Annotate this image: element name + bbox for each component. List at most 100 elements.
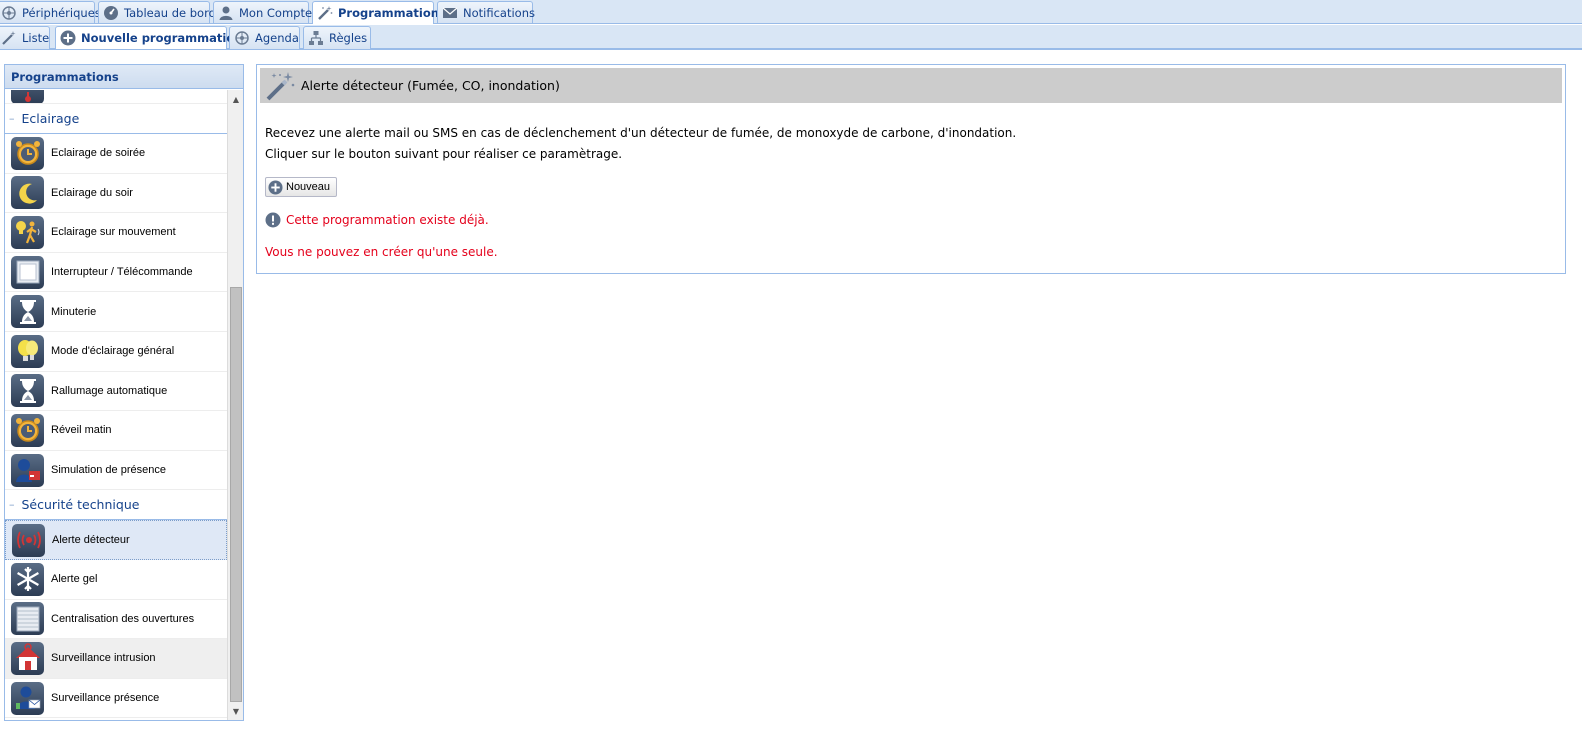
alarm-clock-icon [11,136,44,170]
list-item-alerte-detecteur[interactable]: Alerte détecteur [5,520,227,560]
sub-tab-bar: Liste Nouvelle programmation Agenda Règl… [0,25,1582,50]
list-item-reveil-matin[interactable]: Réveil matin [5,411,227,451]
user-icon [218,5,234,21]
group-label: Eclairage [21,111,80,126]
tab-nouvelle-programmation[interactable]: Nouvelle programmation [55,26,242,49]
tab-label: Agenda [255,31,299,45]
group-securite-technique[interactable]: – Sécurité technique [5,490,227,521]
plus-circle-icon [60,30,76,46]
item-label: Alerte détecteur [52,534,130,547]
bulbs-icon [11,334,44,368]
item-label: Eclairage sur mouvement [51,226,176,239]
tab-label: Périphériques [22,5,101,20]
warning-message: Cette programmation existe déjà. [265,212,489,228]
person-mail-icon [11,681,44,715]
tab-programmation[interactable]: Programmation [312,1,439,24]
tab-peripheriques[interactable]: Périphériques [0,1,101,23]
network-icon [234,30,250,46]
list-item-surveillance-intrusion[interactable]: Surveillance intrusion [5,639,227,679]
house-alarm-icon [11,641,44,675]
scroll-up-icon[interactable]: ▲ [228,92,244,106]
scrollbar-thumb[interactable] [230,287,242,702]
item-label: Minuterie [51,305,97,318]
list-item-interrupteur-telecommande[interactable]: Interrupteur / Télécommande [5,253,227,293]
thermometer-icon [11,90,44,103]
network-icon [1,5,17,21]
tab-label: Mon Compte [239,5,313,20]
detector-icon [12,523,45,557]
item-label: Réveil matin [51,424,112,437]
tab-label: Liste [22,31,50,45]
description-line: Cliquer sur le bouton suivant pour réali… [265,147,623,161]
programmations-list[interactable]: – Eclairage Eclairage de soirée Eclairag… [5,90,227,720]
presence-icon [11,453,44,487]
new-button-label: Nouveau [286,181,331,193]
list-item-eclairage-du-soir[interactable]: Eclairage du soir [5,174,227,214]
main-tab-bar: Périphériques Tableau de bord Mon Compte… [0,0,1582,24]
detail-header: Alerte détecteur (Fumée, CO, inondation) [260,68,1562,103]
list-item-partial[interactable] [5,90,227,104]
hourglass-icon [11,295,44,329]
description-line: Recevez une alerte mail ou SMS en cas de… [265,126,1017,140]
item-label: Surveillance intrusion [51,652,156,665]
programmation-detail-panel: Alerte détecteur (Fumée, CO, inondation)… [256,64,1566,274]
list-item-eclairage-de-soiree[interactable]: Eclairage de soirée [5,134,227,174]
exclamation-icon [265,212,281,228]
tab-mon-compte[interactable]: Mon Compte [213,1,313,23]
magic-wand-icon [317,5,333,21]
group-eclairage[interactable]: – Eclairage [5,104,227,134]
list-item-surveillance-presence[interactable]: Surveillance présence [5,679,227,719]
magic-wand-icon [1,30,17,46]
collapse-icon[interactable]: – [9,498,15,511]
programmations-panel: Programmations – Eclairage Eclairage de … [4,64,244,721]
tab-liste[interactable]: Liste [0,26,50,49]
item-label: Alerte gel [51,573,98,586]
shutter-icon [11,602,44,636]
tab-label: Notifications [463,5,535,20]
list-item-rallumage-automatique[interactable]: Rallumage automatique [5,372,227,412]
list-scrollbar[interactable]: ▲ ▼ [227,90,243,720]
detail-title: Alerte détecteur (Fumée, CO, inondation) [301,78,560,93]
list-item-minuterie[interactable]: Minuterie [5,292,227,332]
tree-icon [308,30,324,46]
tab-tableau-de-bord[interactable]: Tableau de bord [98,1,216,23]
switch-icon [11,255,44,289]
description: Recevez une alerte mail ou SMS en cas de… [265,123,1016,165]
item-label: Surveillance présence [51,692,160,705]
tab-notifications[interactable]: Notifications [437,1,535,23]
list-item-eclairage-sur-mouvement[interactable]: Eclairage sur mouvement [5,213,227,253]
tab-label: Nouvelle programmation [81,31,243,45]
group-label: Sécurité technique [21,497,140,513]
tab-label: Programmation [338,6,439,20]
item-label: Mode d'éclairage général [51,345,175,358]
tab-label: Tableau de bord [124,5,216,20]
tab-agenda[interactable]: Agenda [229,26,300,49]
snowflake-icon [11,562,44,596]
item-label: Rallumage automatique [51,384,168,397]
list-item-simulation-de-presence[interactable]: Simulation de présence [5,451,227,491]
alarm-clock-icon [11,413,44,447]
new-button[interactable]: Nouveau [265,177,338,197]
list-item-alerte-gel[interactable]: Alerte gel [5,560,227,600]
motion-icon [11,215,44,249]
magic-wand-icon [264,70,296,102]
list-item-mode-eclairage-general[interactable]: Mode d'éclairage général [5,332,227,372]
item-label: Interrupteur / Télécommande [51,266,193,279]
scroll-down-icon[interactable]: ▼ [228,704,244,718]
dashboard-icon [103,5,119,21]
item-label: Simulation de présence [51,464,166,477]
item-label: Eclairage du soir [51,186,133,199]
tab-label: Règles [329,31,368,45]
envelope-icon [442,5,458,21]
collapse-icon[interactable]: – [9,112,15,125]
hourglass-icon [11,374,44,408]
tab-regles[interactable]: Règles [303,26,371,49]
warning-message-2: Vous ne pouvez en créer qu'une seule. [265,245,498,259]
plus-circle-icon [268,179,283,195]
warning-text: Cette programmation existe déjà. [286,213,489,227]
list-item-centralisation-des-ouvertures[interactable]: Centralisation des ouvertures [5,600,227,640]
moon-icon [11,176,44,210]
item-label: Eclairage de soirée [51,147,146,160]
item-label: Centralisation des ouvertures [51,612,195,625]
panel-title: Programmations [5,65,243,89]
